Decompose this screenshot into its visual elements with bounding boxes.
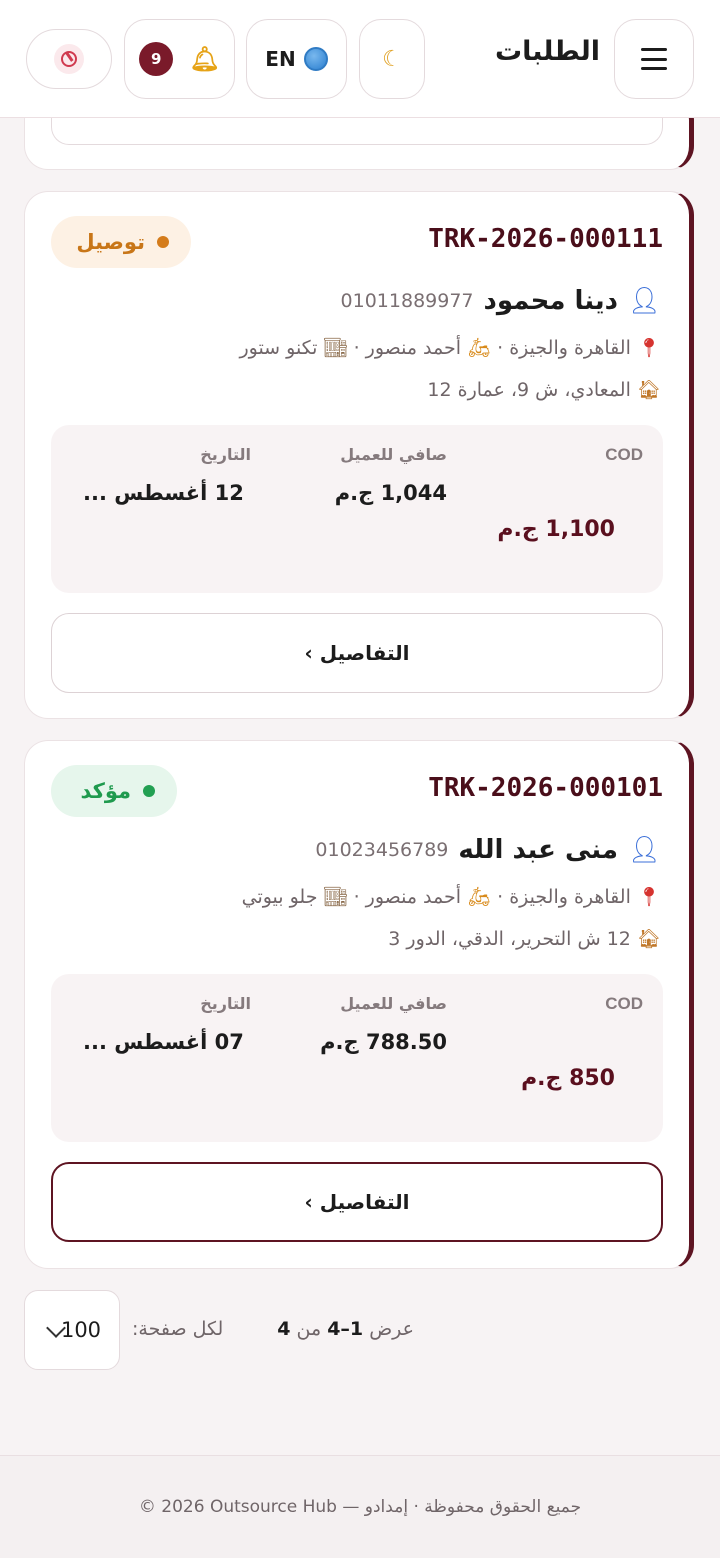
pagination: عرض 1–4 من 4 لكل صفحة: 100 xyxy=(24,1290,414,1370)
address: 12 ش التحرير، الدقي، الدور 3 xyxy=(388,927,631,950)
scooter-icon: 🛵︎ xyxy=(467,337,492,359)
courier: أحمد منصور xyxy=(365,336,462,359)
address: المعادي، ش 9، عمارة 12 xyxy=(427,378,631,401)
order-card: TRK-2026-000101 مؤكد 👤︎ منى عبد الله 010… xyxy=(24,740,694,1269)
address-line: 🏠︎ المعادي، ش 9، عمارة 12 xyxy=(427,378,661,402)
order-stats: COD 850 ج.م صافي للعميل 788.50 ج.م التار… xyxy=(51,974,663,1142)
order-stats: COD 1,100 ج.م صافي للعميل 1,044 ج.م التا… xyxy=(51,425,663,593)
meta-line: 📍︎ القاهرة والجيزة · 🛵︎ أحمد منصور · 🏬︎ … xyxy=(241,885,661,909)
net-label: صافي للعميل xyxy=(340,994,447,1013)
lang-label: EN xyxy=(265,47,296,71)
net-label: صافي للعميل xyxy=(340,445,447,464)
theme-toggle-button[interactable]: ☾ xyxy=(359,19,425,99)
footer: © 2026 Outsource Hub — جميع الحقوق محفوظ… xyxy=(0,1455,720,1558)
pagination-of-label: من xyxy=(296,1318,322,1340)
pin-icon: 📍︎ xyxy=(636,886,661,908)
net-value: 788.50 ج.م xyxy=(320,1030,447,1054)
menu-icon xyxy=(641,48,667,70)
footer-text: © 2026 Outsource Hub — جميع الحقوق محفوظ… xyxy=(138,1497,582,1517)
pagination-range: 1–4 xyxy=(327,1318,364,1340)
house-icon: 🏠︎ xyxy=(636,928,661,950)
status-label: توصيل xyxy=(76,230,145,254)
customer-line: 👤︎ دينا محمود 01011889977 xyxy=(341,286,661,316)
user-icon: 👤︎ xyxy=(627,286,661,316)
status-badge: توصيل xyxy=(51,216,191,268)
per-page-value: 100 xyxy=(60,1318,102,1342)
meta-line: 📍︎ القاهرة والجيزة · 🛵︎ أحمد منصور · 🏬︎ … xyxy=(239,336,661,360)
status-dot xyxy=(143,785,155,797)
user-icon: 👤︎ xyxy=(627,835,661,865)
top-bar: الطلبات ☾ EN 9 🔔︎ xyxy=(0,0,720,118)
date-value: 07 أغسطس ... xyxy=(83,1030,244,1054)
language-button[interactable]: EN xyxy=(246,19,347,99)
pagination-show-label: عرض xyxy=(369,1318,414,1340)
globe-icon xyxy=(303,47,328,71)
pin-icon: 📍︎ xyxy=(636,337,661,359)
region: القاهرة والجيزة xyxy=(509,336,631,359)
status-badge: مؤكد xyxy=(51,765,177,817)
cod-label: COD xyxy=(605,445,643,464)
moon-icon: ☾ xyxy=(382,46,402,72)
tracking-number[interactable]: TRK-2026-000101 xyxy=(428,773,663,803)
date-value: 12 أغسطس ... xyxy=(83,481,244,505)
scooter-icon: 🛵︎ xyxy=(467,886,492,908)
separator: · xyxy=(497,885,504,908)
separator: · xyxy=(353,336,360,359)
logout-icon xyxy=(54,44,84,74)
customer-name: منى عبد الله xyxy=(458,835,618,865)
courier: أحمد منصور xyxy=(365,885,462,908)
notification-count-badge: 9 xyxy=(139,42,174,76)
date-label: التاريخ xyxy=(200,445,251,464)
store: تكنو ستور xyxy=(239,336,318,359)
cod-value: 1,100 ج.م xyxy=(497,517,615,542)
store-icon: 🏬︎ xyxy=(323,337,348,359)
per-page-select[interactable]: 100 xyxy=(24,1290,120,1370)
details-button[interactable]: التفاصيل › xyxy=(51,613,663,693)
customer-phone[interactable]: 01023456789 xyxy=(315,839,448,861)
logout-button[interactable] xyxy=(26,29,112,89)
cod-label: COD xyxy=(605,994,643,1013)
store: جلو بيوتي xyxy=(241,885,318,908)
store-icon: 🏬︎ xyxy=(323,886,348,908)
separator: · xyxy=(353,885,360,908)
pagination-total: 4 xyxy=(277,1318,291,1340)
house-icon: 🏠︎ xyxy=(636,379,661,401)
separator: · xyxy=(497,336,504,359)
customer-line: 👤︎ منى عبد الله 01023456789 xyxy=(315,835,661,865)
per-page-label: لكل صفحة: xyxy=(132,1318,224,1340)
menu-button[interactable] xyxy=(614,19,694,99)
bell-icon: 🔔︎ xyxy=(189,45,220,73)
date-label: التاريخ xyxy=(200,994,251,1013)
customer-name: دينا محمود xyxy=(483,286,618,316)
order-card: TRK-2026-000111 توصيل 👤︎ دينا محمود 0101… xyxy=(24,191,694,719)
address-line: 🏠︎ 12 ش التحرير، الدقي، الدور 3 xyxy=(388,927,661,951)
page-title: الطلبات xyxy=(494,36,600,67)
details-button[interactable]: التفاصيل › xyxy=(51,1162,663,1242)
status-label: مؤكد xyxy=(80,779,131,803)
notifications-button[interactable]: 9 🔔︎ xyxy=(124,19,235,99)
net-value: 1,044 ج.م xyxy=(334,481,447,505)
status-dot xyxy=(157,236,169,248)
pagination-summary: عرض 1–4 من 4 xyxy=(277,1318,414,1340)
tracking-number[interactable]: TRK-2026-000111 xyxy=(428,224,663,254)
region: القاهرة والجيزة xyxy=(509,885,631,908)
customer-phone[interactable]: 01011889977 xyxy=(341,290,474,312)
cod-value: 850 ج.م xyxy=(521,1066,615,1091)
